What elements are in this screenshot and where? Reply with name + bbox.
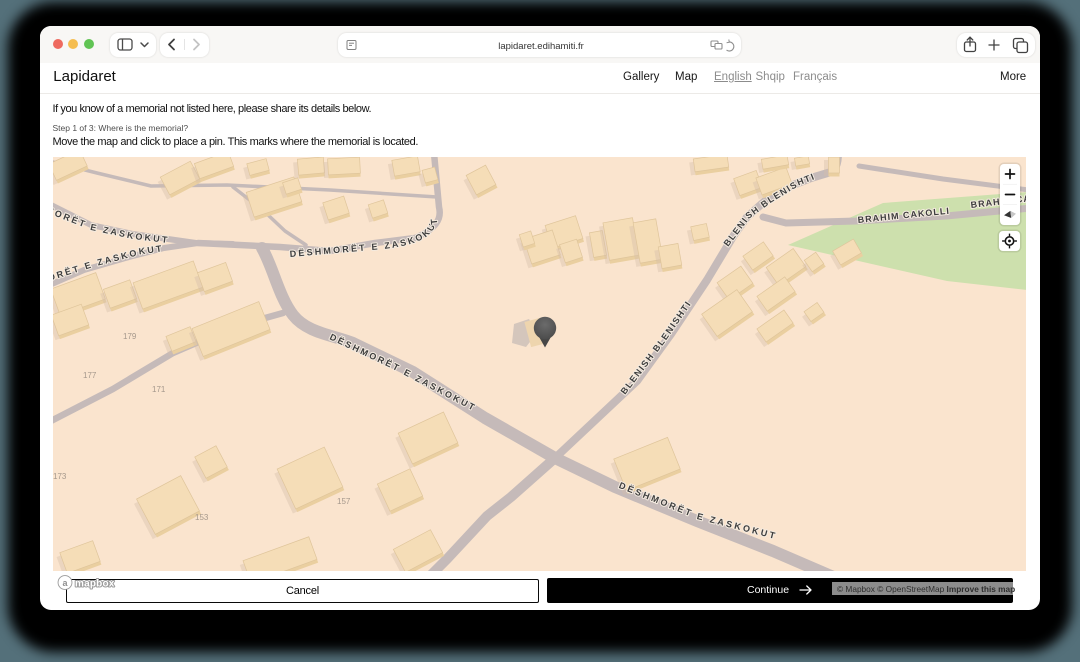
svg-text:157: 157 (337, 497, 351, 506)
svg-text:179: 179 (123, 332, 137, 341)
svg-text:mapbox: mapbox (75, 579, 115, 590)
svg-text:173: 173 (53, 472, 67, 481)
svg-text:lapidaret.edihamiti.fr: lapidaret.edihamiti.fr (498, 41, 584, 52)
svg-text:171: 171 (152, 385, 166, 394)
svg-text:153: 153 (195, 513, 209, 522)
svg-text:177: 177 (83, 371, 97, 380)
